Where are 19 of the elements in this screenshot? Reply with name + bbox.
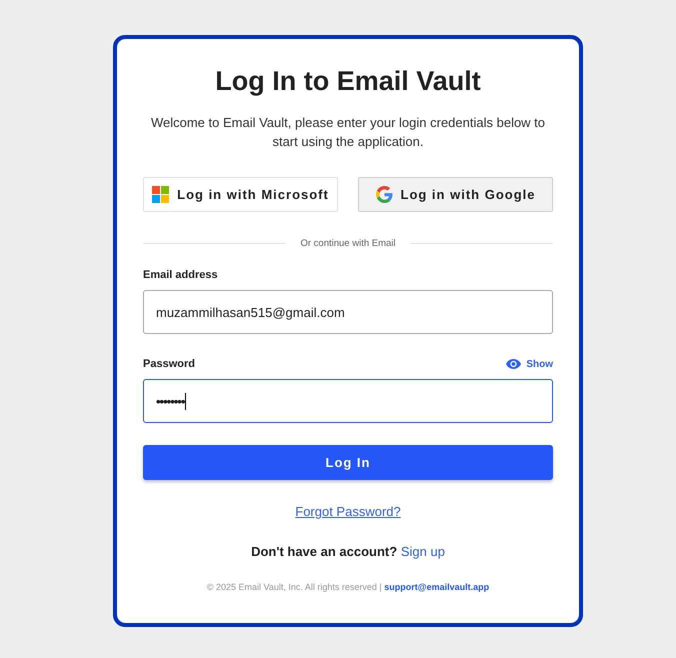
divider-text: Or continue with Email <box>300 238 396 249</box>
g-logo-icon <box>376 186 392 203</box>
show-password-toggle[interactable]: Show <box>506 358 553 370</box>
social-login-button[interactable]: Log in with Google <box>358 177 553 212</box>
login-button[interactable]: Log In <box>143 445 553 480</box>
field-label: Email address <box>143 269 218 281</box>
signup-prompt: Don't have an account? Sign up <box>251 544 445 559</box>
support-email-link[interactable]: support@emailvault.app <box>384 582 490 592</box>
windows-logo-icon <box>152 186 170 203</box>
welcome-text: Welcome to Email Vault, please enter your login credentials below to start using the application. <box>150 114 546 151</box>
email-field[interactable]: muzammilhasan515@gmail.com <box>143 290 553 334</box>
social-login-button[interactable]: Log in with Microsoft <box>143 177 338 212</box>
password-field[interactable]: •••••••• <box>143 379 553 423</box>
page-title: Log In to Email Vault <box>214 65 482 98</box>
sign-up-link[interactable]: Sign up <box>400 544 445 559</box>
eye-icon <box>506 359 522 369</box>
footer-text: © 2025 Email Vault, Inc. All rights reserved | support@emailvault.app <box>206 582 490 592</box>
forgot-password-link[interactable]: Forgot Password? <box>295 504 401 519</box>
field-label: Password <box>143 358 195 370</box>
